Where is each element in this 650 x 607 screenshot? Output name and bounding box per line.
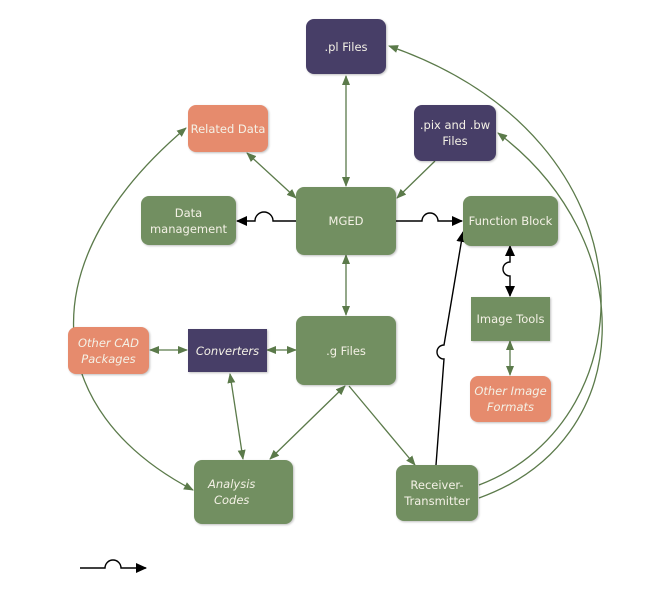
edge-function-block-image-tools — [502, 245, 515, 297]
node-pl-files-label: .pl Files — [324, 39, 368, 54]
edge-receiver-function-block — [435, 231, 467, 466]
node-analysis-codes-label: Analysis Codes — [208, 477, 256, 507]
node-related-data[interactable]: Related Data — [188, 105, 268, 152]
node-image-tools[interactable]: Image Tools — [471, 297, 550, 341]
node-analysis-codes[interactable]: Analysis Codes — [194, 460, 293, 524]
node-pix-bw-files-label: .pix and .bw Files — [419, 118, 491, 148]
node-pl-files[interactable]: .pl Files — [306, 19, 386, 74]
edge-mged-related-data — [246, 152, 297, 199]
node-g-files[interactable]: .g Files — [296, 316, 396, 385]
diagram-canvas — [72, 45, 603, 573]
node-receiver-transmitter[interactable]: Receiver- Transmitter — [396, 465, 478, 521]
node-mged-label: MGED — [328, 214, 364, 228]
node-function-block[interactable]: Function Block — [463, 196, 558, 246]
node-mged[interactable]: MGED — [296, 187, 396, 255]
node-g-files-label: .g Files — [326, 343, 366, 358]
node-receiver-transmitter-label: Receiver- Transmitter — [404, 478, 470, 508]
node-image-tools-label: Image Tools — [476, 312, 545, 326]
node-related-data-label: Related Data — [190, 121, 266, 136]
edge-analysis-related-data — [72, 127, 194, 491]
node-function-block-label: Function Block — [468, 214, 553, 228]
edge-converters-analysis — [227, 373, 246, 460]
edge-g-files-receiver — [348, 385, 416, 466]
node-data-management-label: Data management — [149, 205, 228, 236]
node-other-cad-packages-label: Other CAD Packages — [77, 335, 140, 366]
node-pix-bw-files[interactable]: .pix and .bw Files — [414, 105, 496, 161]
legend-line-jump-arrow — [80, 559, 147, 573]
node-converters[interactable]: Converters — [188, 329, 267, 372]
edge-g-files-analysis — [269, 385, 346, 460]
node-converters-label: Converters — [195, 343, 260, 358]
node-other-cad-packages[interactable]: Other CAD Packages — [68, 327, 149, 374]
node-other-image-formats-label: Other Image Formats — [474, 384, 547, 414]
node-data-management[interactable]: Data management — [141, 196, 236, 245]
edge-pix-mged — [396, 160, 436, 199]
node-other-image-formats[interactable]: Other Image Formats — [470, 376, 551, 422]
edge-mged-function-block — [396, 212, 463, 226]
edge-mged-data-management — [236, 211, 296, 226]
